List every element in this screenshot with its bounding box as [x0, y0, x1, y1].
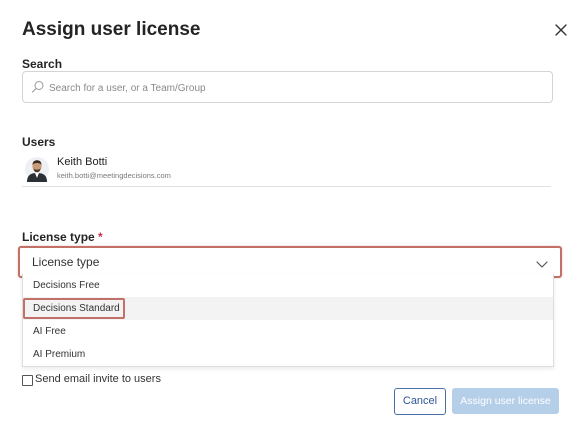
dialog-title: Assign user license	[22, 19, 201, 40]
option-ai-free[interactable]: AI Free	[23, 320, 553, 343]
assign-license-button[interactable]: Assign user license	[452, 388, 559, 414]
license-type-label: License type *	[22, 230, 103, 244]
option-decisions-standard[interactable]: Decisions Standard	[23, 297, 553, 320]
license-type-label-text: License type	[22, 230, 95, 244]
assign-license-dialog: Assign user license Search Users	[0, 0, 586, 425]
user-email: keith.botti@meetingdecisions.com	[57, 171, 171, 180]
search-field[interactable]	[22, 71, 553, 103]
option-label: Decisions Free	[33, 280, 100, 291]
send-invite-checkbox[interactable]	[22, 375, 33, 386]
users-label: Users	[22, 135, 56, 149]
user-list-item: Keith Botti keith.botti@meetingdecisions…	[22, 152, 551, 187]
license-type-dropdown: Decisions Free Decisions Standard AI Fre…	[22, 274, 554, 367]
option-decisions-free[interactable]: Decisions Free	[23, 274, 553, 297]
chevron-down-icon	[536, 256, 548, 268]
search-label: Search	[22, 57, 63, 71]
option-ai-premium[interactable]: AI Premium	[23, 343, 553, 366]
avatar	[25, 156, 49, 182]
search-icon	[31, 80, 45, 94]
search-input[interactable]	[47, 73, 541, 103]
close-icon[interactable]	[552, 21, 570, 39]
required-marker: *	[98, 230, 103, 244]
send-invite-label[interactable]: Send email invite to users	[35, 373, 161, 385]
user-name: Keith Botti	[57, 156, 108, 168]
cancel-button[interactable]: Cancel	[394, 388, 446, 415]
option-label: Decisions Standard	[33, 303, 120, 314]
license-type-value: License type	[32, 255, 100, 269]
option-label: AI Premium	[33, 349, 86, 360]
option-label: AI Free	[33, 326, 66, 337]
